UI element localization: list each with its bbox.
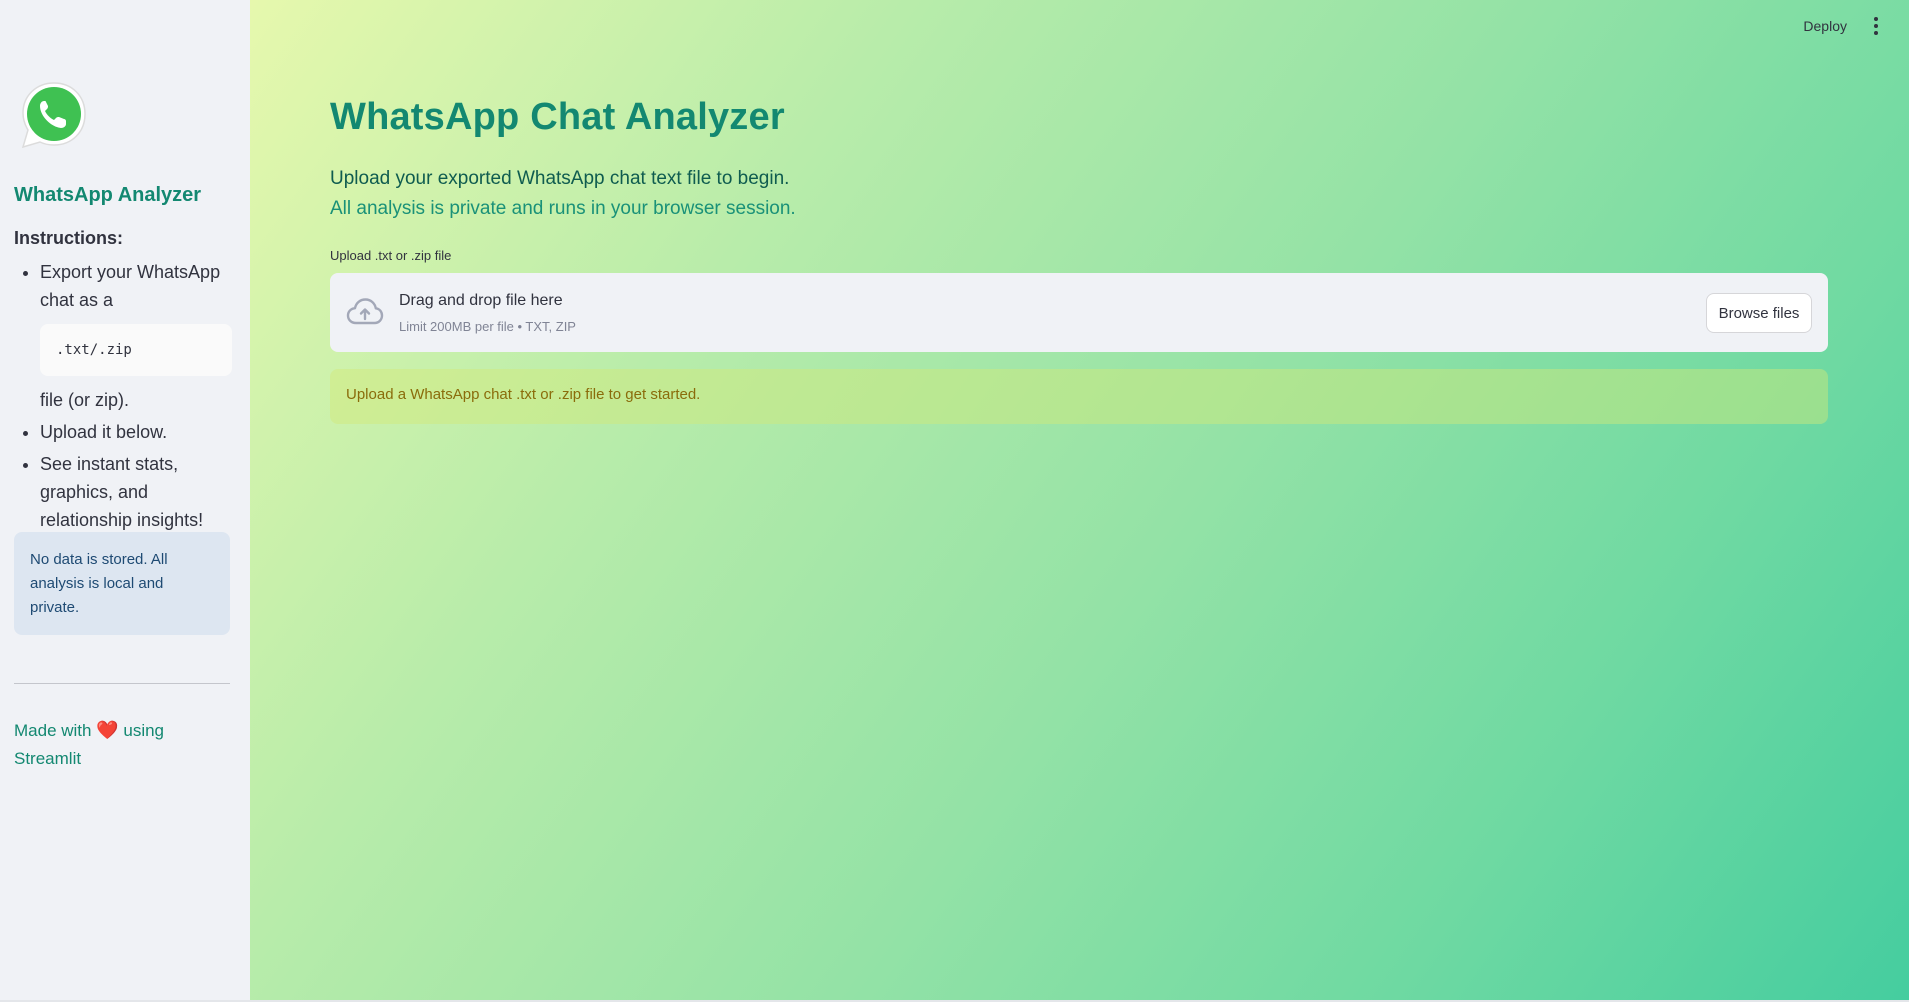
instruction-upload-text: Upload it below. bbox=[40, 422, 168, 442]
browse-files-button[interactable]: Browse files bbox=[1706, 293, 1812, 333]
instructions-list: Export your WhatsApp chat as a .txt/.zip… bbox=[14, 258, 232, 538]
deploy-button[interactable]: Deploy bbox=[1803, 18, 1847, 34]
instruction-item-export: Export your WhatsApp chat as a .txt/.zip… bbox=[40, 258, 232, 414]
sidebar: WhatsApp Analyzer Instructions: Export y… bbox=[0, 0, 250, 1000]
heart-icon: ❤️ bbox=[96, 720, 119, 740]
cloud-upload-icon bbox=[346, 298, 384, 325]
app-root: WhatsApp Analyzer Instructions: Export y… bbox=[0, 0, 1909, 1002]
info-message: Upload a WhatsApp chat .txt or .zip file… bbox=[330, 369, 1828, 424]
page-subtitle: Upload your exported WhatsApp chat text … bbox=[330, 168, 790, 189]
instruction-export-text: Export your WhatsApp chat as a bbox=[40, 262, 221, 310]
instruction-item-insights: See instant stats, graphics, and relatio… bbox=[40, 450, 232, 534]
instruction-item-upload: Upload it below. bbox=[40, 418, 232, 446]
sidebar-title: WhatsApp Analyzer bbox=[14, 184, 202, 206]
made-with-footer: Made with ❤️ using Streamlit bbox=[14, 716, 214, 773]
upload-label: Upload .txt or .zip file bbox=[330, 248, 452, 263]
kebab-menu-icon[interactable] bbox=[1873, 17, 1879, 35]
file-dropzone[interactable]: Drag and drop file here Limit 200MB per … bbox=[330, 273, 1828, 352]
instruction-insights-text: See instant stats, graphics, and relatio… bbox=[40, 454, 204, 530]
sidebar-divider bbox=[14, 683, 230, 684]
made-with-text: Made with bbox=[14, 721, 92, 740]
page-title: WhatsApp Chat Analyzer bbox=[330, 96, 785, 138]
dropzone-limit: Limit 200MB per file • TXT, ZIP bbox=[399, 319, 576, 334]
top-toolbar: Deploy bbox=[1803, 17, 1879, 35]
instruction-export-suffix: file (or zip). bbox=[40, 390, 130, 410]
file-extension-code: .txt/.zip bbox=[40, 324, 232, 376]
main-content: Deploy WhatsApp Chat Analyzer Upload you… bbox=[250, 0, 1909, 1000]
whatsapp-logo-icon bbox=[21, 82, 86, 149]
dropzone-instruction: Drag and drop file here bbox=[399, 292, 563, 309]
privacy-info-box: No data is stored. All analysis is local… bbox=[14, 532, 230, 635]
instructions-heading: Instructions: bbox=[14, 228, 124, 248]
privacy-subtitle: All analysis is private and runs in your… bbox=[330, 198, 796, 219]
